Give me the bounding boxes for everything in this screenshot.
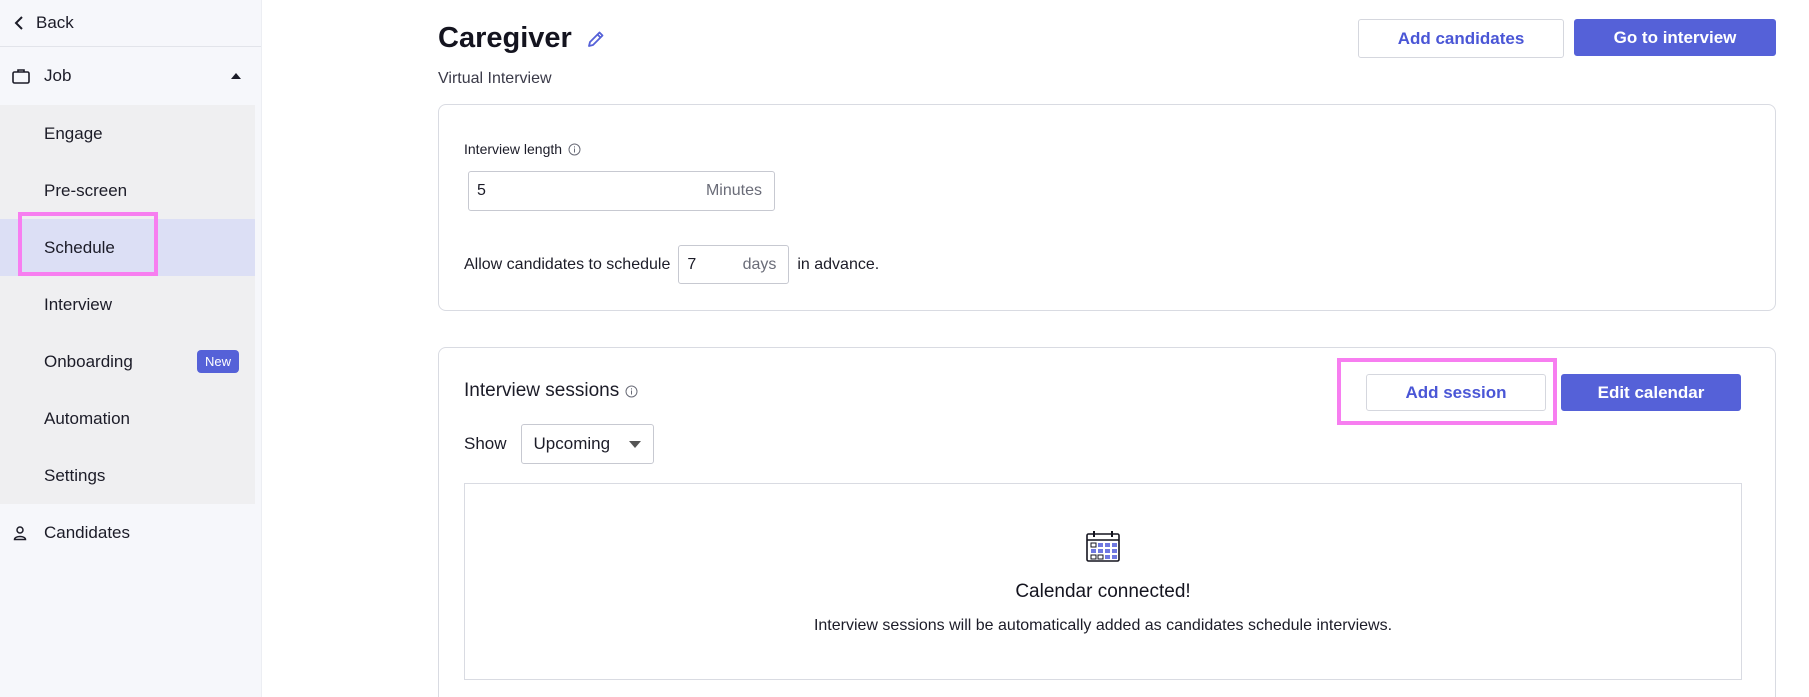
interview-length-input[interactable]: 5 Minutes	[468, 171, 775, 211]
briefcase-icon	[12, 68, 32, 84]
interview-length-label: Interview length	[464, 141, 581, 157]
back-label: Back	[36, 13, 74, 32]
sidebar-item-label: Automation	[44, 408, 130, 428]
sessions-empty-state: Calendar connected! Interview sessions w…	[464, 483, 1742, 680]
caret-down-icon	[628, 440, 641, 448]
interview-sessions-title: Interview sessions	[464, 380, 620, 401]
sidebar-section-candidates[interactable]: Candidates	[0, 504, 261, 562]
sidebar-candidates-label: Candidates	[44, 523, 131, 542]
add-session-button[interactable]: Add session	[1366, 374, 1546, 411]
advance-days-value: 7	[687, 255, 697, 273]
sidebar-item-label: Pre-screen	[44, 180, 128, 200]
sidebar-item-onboarding[interactable]: Onboarding New	[0, 333, 255, 390]
sidebar-item-engage[interactable]: Engage	[0, 105, 255, 162]
page-subtitle: Virtual Interview	[438, 70, 552, 87]
edit-calendar-button[interactable]: Edit calendar	[1561, 374, 1741, 411]
advance-days-unit: days	[742, 255, 777, 273]
interview-length-value: 5	[477, 182, 486, 199]
pencil-icon[interactable]	[586, 29, 606, 49]
new-badge: New	[196, 350, 239, 373]
interview-length-text: Interview length	[464, 141, 563, 157]
sidebar-item-label: Engage	[44, 123, 103, 143]
show-filter-select[interactable]: Upcoming	[520, 424, 654, 464]
chevron-left-icon	[14, 16, 23, 30]
sidebar-item-settings[interactable]: Settings	[0, 447, 255, 504]
advance-scheduling-row: Allow candidates to schedule 7 days in a…	[464, 245, 879, 284]
info-icon[interactable]	[568, 143, 581, 156]
sidebar-job-label: Job	[44, 66, 72, 85]
person-icon	[12, 525, 32, 541]
sidebar-item-label: Schedule	[44, 237, 115, 257]
show-filter-row: Show Upcoming	[464, 424, 654, 464]
interview-sessions-card: Interview sessions Add session Edit cale…	[438, 347, 1776, 697]
sidebar-item-label: Interview	[44, 294, 113, 314]
sidebar-section-job[interactable]: Job	[0, 47, 261, 105]
interview-sessions-heading: Interview sessions	[464, 380, 638, 402]
sidebar-item-label: Settings	[44, 465, 106, 485]
show-label: Show	[464, 434, 507, 453]
advance-days-input[interactable]: 7 days	[678, 245, 790, 284]
back-button[interactable]: Back	[0, 0, 261, 47]
advance-prefix: Allow candidates to schedule	[464, 255, 671, 273]
caret-up-icon	[231, 73, 241, 79]
title-row: Caregiver	[438, 22, 606, 55]
job-sub-menu: Engage Pre-screen Schedule Interview Onb…	[0, 105, 255, 504]
sidebar-item-pre-screen[interactable]: Pre-screen	[0, 162, 255, 219]
sidebar-item-automation[interactable]: Automation	[0, 390, 255, 447]
add-candidates-button[interactable]: Add candidates	[1358, 19, 1564, 58]
empty-state-title: Calendar connected!	[1015, 581, 1191, 602]
calendar-icon	[1086, 530, 1120, 567]
go-to-interview-button[interactable]: Go to interview	[1574, 19, 1776, 56]
page-title: Caregiver	[438, 22, 572, 54]
interview-settings-card: Interview length 5 Minutes Allow candida…	[438, 104, 1776, 311]
main-content: Caregiver Virtual Interview Add candidat…	[438, 0, 1778, 697]
show-filter-value: Upcoming	[533, 434, 611, 453]
sidebar-item-schedule[interactable]: Schedule	[0, 219, 255, 276]
sidebar-item-label: Onboarding	[44, 351, 133, 371]
advance-suffix: in advance.	[797, 255, 880, 273]
sidebar: Back Job Engage Pre-screen Schedule Inte…	[0, 0, 262, 697]
sidebar-item-interview[interactable]: Interview	[0, 276, 255, 333]
empty-state-description: Interview sessions will be automatically…	[813, 617, 1393, 634]
interview-length-unit: Minutes	[705, 182, 762, 199]
info-icon[interactable]	[625, 385, 638, 398]
